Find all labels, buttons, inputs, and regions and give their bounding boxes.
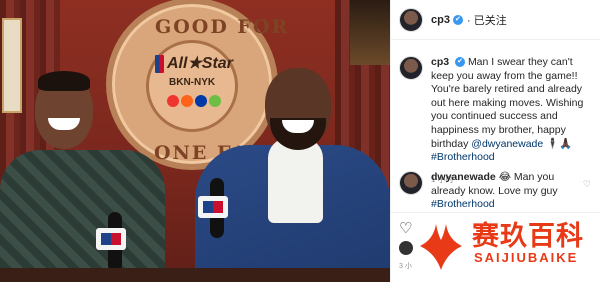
subway-line-icon [209,95,221,107]
nba-logo-icon [155,55,164,73]
liker-avatar[interactable] [399,241,413,255]
comment-body: dwyanewade 😂 Man you already know. Love … [431,171,565,212]
person-right-turtleneck [268,138,323,223]
caption-text: Man I swear they can't keep you away fro… [431,56,584,150]
comment-username[interactable]: dwyanewade [431,171,496,183]
allstar-brand: All★Star [167,55,233,72]
hashtag-link[interactable]: #Brotherhood [431,151,495,163]
like-heart-icon[interactable]: ♡ [399,219,412,237]
caption-body: cp3 ✔ Man I swear they can't keep you aw… [431,56,595,165]
comment-emoji: 😂 [498,171,511,183]
mic-flag-icon [96,228,126,250]
hashtag-link[interactable]: #Brotherhood [431,198,495,210]
avatar[interactable] [399,56,423,80]
header-username[interactable]: cp3 [431,14,450,26]
follow-status[interactable]: · 已关注 [467,12,507,28]
mic-flag-icon [198,196,228,218]
wall-lamp [350,0,390,65]
comment-item: dwyanewade 😂 Man you already know. Love … [399,171,595,212]
caption: cp3 ✔ Man I swear they can't keep you aw… [399,56,595,185]
post-header: cp3 ✔ · 已关注 [391,0,600,40]
caption-emoji: 🕴🏿🙏🏿 [546,137,573,150]
post-date: 3 小 [399,263,412,270]
verified-badge-icon: ✔ [452,14,463,25]
desk [0,268,390,282]
watermark-en-text: SAIJIUBAIKE [474,250,579,265]
watermark-cn-text: 赛玖百科 [472,221,584,252]
sign-top-text: GOOD FOR [155,16,290,38]
subway-line-icon [167,95,179,107]
watermark: 赛玖百科 SAIJIUBAIKE [418,212,598,274]
whale-tail-logo-icon [420,224,462,270]
person-left-hair [38,71,90,91]
allstar-sub: BKN-NYK [169,77,216,88]
mention-link[interactable]: @dwyanewade [471,138,543,150]
subway-line-icon [195,95,207,107]
avatar[interactable] [399,171,423,195]
comment-like-heart-icon[interactable]: ♡ [583,179,591,190]
verified-badge-icon: ✔ [455,57,466,68]
sign-center: All★Star BKN-NYK [146,40,238,132]
wall-frame [2,18,22,113]
avatar[interactable] [399,7,423,32]
caption-username[interactable]: cp3 [431,56,449,68]
subway-line-icon [181,95,193,107]
person-left-body [0,150,165,282]
post-photo[interactable]: GOOD FOR ONE FARE All★Star BKN-NYK [0,0,390,282]
